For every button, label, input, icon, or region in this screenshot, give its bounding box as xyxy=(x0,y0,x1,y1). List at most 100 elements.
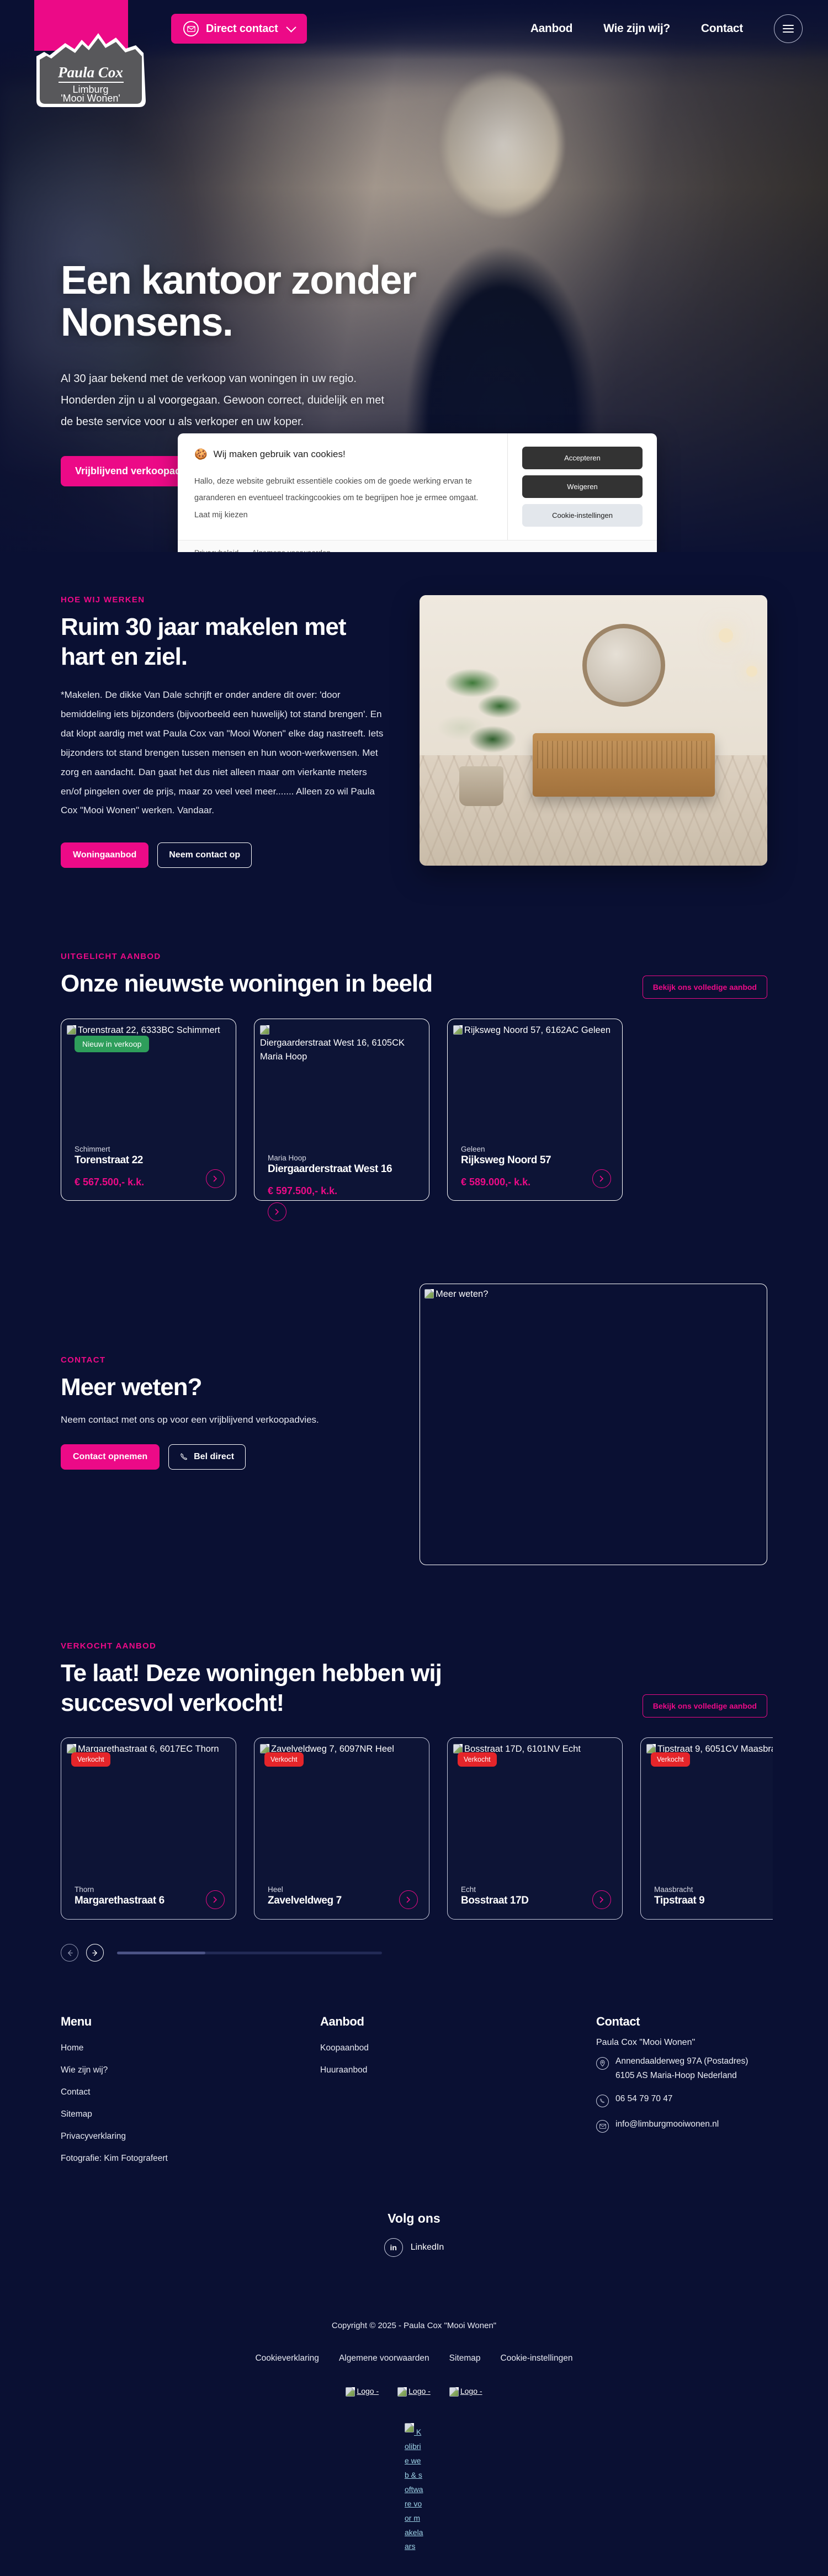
hamburger-menu-icon[interactable] xyxy=(774,14,803,43)
footer-link-huuraanbod[interactable]: Huuraanbod xyxy=(320,2065,596,2075)
hero-paragraph: Al 30 jaar bekend met de verkoop van won… xyxy=(61,372,384,428)
neem-contact-op-button[interactable]: Neem contact op xyxy=(157,842,252,868)
photo-sideboard xyxy=(533,733,715,797)
partner-logo-link[interactable]: Logo - xyxy=(397,2386,431,2397)
footer-contact-column: Contact Paula Cox "Mooi Wonen" Annendaal… xyxy=(596,2015,748,2164)
featured-header: UITGELICHT AANBOD Onze nieuwste woningen… xyxy=(61,952,767,999)
how-we-work-section: HOE WIJ WERKEN Ruim 30 jaar makelen met … xyxy=(0,552,828,901)
sold-listings-section: VERKOCHT AANBOD Te laat! Deze woningen h… xyxy=(0,1609,828,1962)
cookie-banner-heading: 🍪 Wij maken gebruik van cookies! xyxy=(194,448,491,461)
card-city: Maria Hoop xyxy=(268,1153,306,1162)
svg-text:'Mooi Wonen': 'Mooi Wonen' xyxy=(61,93,120,104)
contact-title: Meer weten? xyxy=(61,1373,203,1401)
builder-link[interactable]: Kolibrie web & software voor makelaars xyxy=(405,2423,423,2554)
carousel-scrollbar-thumb[interactable] xyxy=(117,1951,205,1954)
sold-header-text: VERKOCHT AANBOD Te laat! Deze woningen h… xyxy=(61,1641,558,1718)
property-card[interactable]: Rijksweg Noord 57, 6162AC Geleen Geleen … xyxy=(447,1018,623,1201)
card-street: Margarethastraat 6 xyxy=(75,1895,164,1907)
nav-item-contact[interactable]: Contact xyxy=(701,22,743,35)
burger-line xyxy=(783,28,794,29)
legal-link-cookieverklaring[interactable]: Cookieverklaring xyxy=(255,2354,319,2363)
partner-logo-link[interactable]: Logo - xyxy=(449,2386,482,2397)
carousel-prev-button[interactable] xyxy=(61,1944,78,1962)
footer-link-koopaanbod[interactable]: Koopaanbod xyxy=(320,2043,596,2053)
footer-link-fotografie[interactable]: Fotografie: Kim Fotografeert xyxy=(61,2154,320,2164)
linkedin-link[interactable]: in LinkedIn xyxy=(384,2238,444,2257)
photo-wall-lamp xyxy=(746,666,757,677)
broken-image-icon xyxy=(453,1025,463,1035)
partner-logo-link[interactable]: Logo - xyxy=(346,2386,379,2397)
sold-property-card[interactable]: Bosstraat 17D, 6101NV Echt Verkocht Echt… xyxy=(447,1737,623,1920)
card-street: Tipstraat 9 xyxy=(654,1895,705,1907)
nav-item-aanbod[interactable]: Aanbod xyxy=(530,22,573,35)
cookie-decline-button[interactable]: Weigeren xyxy=(522,475,643,498)
nav-item-wie-zijn-wij[interactable]: Wie zijn wij? xyxy=(603,22,670,35)
hero-title-line1: Een kantoor zonder xyxy=(61,258,417,303)
featured-header-text: UITGELICHT AANBOD Onze nieuwste woningen… xyxy=(61,952,433,999)
cookie-icon: 🍪 xyxy=(194,449,208,460)
legal-link-algemene-voorwaarden[interactable]: Algemene voorwaarden xyxy=(339,2354,429,2363)
sold-property-card[interactable]: Margarethastraat 6, 6017EC Thorn Verkoch… xyxy=(61,1737,236,1920)
partner-logo-alt: Logo - xyxy=(357,2387,379,2396)
sold-property-card[interactable]: Tipstraat 9, 6051CV Maasbracht Verkocht … xyxy=(640,1737,773,1920)
card-arrow-icon[interactable] xyxy=(206,1169,225,1188)
broken-image-icon xyxy=(67,1025,76,1035)
sold-view-all-button[interactable]: Bekijk ons volledige aanbod xyxy=(642,1694,767,1718)
featured-view-all-button[interactable]: Bekijk ons volledige aanbod xyxy=(642,975,767,999)
card-city: Maasbracht xyxy=(654,1885,693,1894)
how-we-work-text: HOE WIJ WERKEN Ruim 30 jaar makelen met … xyxy=(61,595,386,868)
contact-subtitle: Neem contact met ons op voor een vrijbli… xyxy=(61,1414,319,1425)
card-city: Schimmert xyxy=(75,1144,110,1153)
property-card[interactable]: Diergaarderstraat West 16, 6105CK Maria … xyxy=(254,1018,429,1221)
carousel-scrollbar[interactable] xyxy=(117,1951,382,1954)
footer-link-contact[interactable]: Contact xyxy=(61,2087,320,2097)
cookie-link-algemene-voorwaarden[interactable]: Algemene voorwaarden xyxy=(252,549,331,552)
footer-email-address: info@limburgmooiwonen.nl xyxy=(615,2119,719,2129)
legal-links: Cookieverklaring Algemene voorwaarden Si… xyxy=(61,2354,767,2363)
footer-contact-title: Contact xyxy=(596,2015,640,2029)
cookie-accept-button[interactable]: Accepteren xyxy=(522,447,643,469)
footer-link-home[interactable]: Home xyxy=(61,2043,320,2053)
homepage: Direct contact Aanbod Wie zijn wij? Cont… xyxy=(0,0,828,2576)
cookie-consent-banner: 🍪 Wij maken gebruik van cookies! Hallo, … xyxy=(178,433,657,552)
woningaanbod-button[interactable]: Woningaanbod xyxy=(61,842,149,868)
hero-title: Een kantoor zonder Nonsens. xyxy=(61,259,502,344)
footer-email-row[interactable]: info@limburgmooiwonen.nl xyxy=(596,2119,748,2133)
footer-link-privacyverklaring[interactable]: Privacyverklaring xyxy=(61,2132,320,2142)
featured-title: Onze nieuwste woningen in beeld xyxy=(61,970,433,998)
legal-link-cookie-instellingen[interactable]: Cookie-instellingen xyxy=(501,2354,573,2363)
footer-company-name: Paula Cox "Mooi Wonen" xyxy=(596,2038,696,2048)
contact-broken-image-alt: Meer weten? xyxy=(424,1287,761,1301)
carousel-next-button[interactable] xyxy=(86,1944,104,1962)
card-image-alt-text: Torenstraat 22, 6333BC Schimmert xyxy=(78,1025,220,1035)
card-footer: Maria Hoop Diergaarderstraat West 16 € 5… xyxy=(268,1153,418,1221)
footer-phone-row[interactable]: 06 54 79 70 47 xyxy=(596,2094,748,2108)
sold-header: VERKOCHT AANBOD Te laat! Deze woningen h… xyxy=(61,1641,767,1718)
card-broken-image-alt: Rijksweg Noord 57, 6162AC Geleen xyxy=(453,1024,617,1037)
footer-link-wie-zijn-wij[interactable]: Wie zijn wij? xyxy=(61,2065,320,2075)
card-arrow-icon[interactable] xyxy=(592,1169,611,1188)
contact-opnemen-button[interactable]: Contact opnemen xyxy=(61,1444,160,1470)
card-footer: Maasbracht Tipstraat 9 xyxy=(654,1885,773,1907)
footer-menu-title: Menu xyxy=(61,2015,92,2029)
card-city: Echt xyxy=(461,1885,476,1894)
sold-property-card[interactable]: Zavelveldweg 7, 6097NR Heel Verkocht Hee… xyxy=(254,1737,429,1920)
footer-columns: Menu Home Wie zijn wij? Contact Sitemap … xyxy=(61,2015,767,2164)
direct-contact-button[interactable]: Direct contact xyxy=(171,14,307,44)
cookie-settings-button[interactable]: Cookie-instellingen xyxy=(522,504,643,527)
card-image-alt-text: Diergaarderstraat West 16, 6105CK Maria … xyxy=(260,1037,405,1062)
legal-link-sitemap[interactable]: Sitemap xyxy=(449,2354,481,2363)
footer-link-sitemap[interactable]: Sitemap xyxy=(61,2109,320,2119)
card-footer: Echt Bosstraat 17D xyxy=(461,1885,611,1910)
envelope-icon xyxy=(183,21,199,36)
site-logo[interactable]: Paula Cox Limburg 'Mooi Wonen' xyxy=(34,0,153,107)
sold-cards: Margarethastraat 6, 6017EC Thorn Verkoch… xyxy=(61,1737,773,1920)
cookie-link-privacybeleid[interactable]: Privacybeleid xyxy=(194,549,238,552)
bel-direct-button[interactable]: Bel direct xyxy=(168,1444,246,1470)
partner-logo-alt: Logo - xyxy=(460,2387,482,2396)
cookie-banner-body: Hallo, deze website gebruikt essentiële … xyxy=(194,477,479,520)
card-street: Torenstraat 22 xyxy=(75,1154,143,1166)
featured-eyebrow: UITGELICHT AANBOD xyxy=(61,952,161,962)
property-card[interactable]: Torenstraat 22, 6333BC Schimmert Nieuw i… xyxy=(61,1018,236,1201)
contact-text: CONTACT Meer weten? Neem contact met ons… xyxy=(61,1284,386,1470)
